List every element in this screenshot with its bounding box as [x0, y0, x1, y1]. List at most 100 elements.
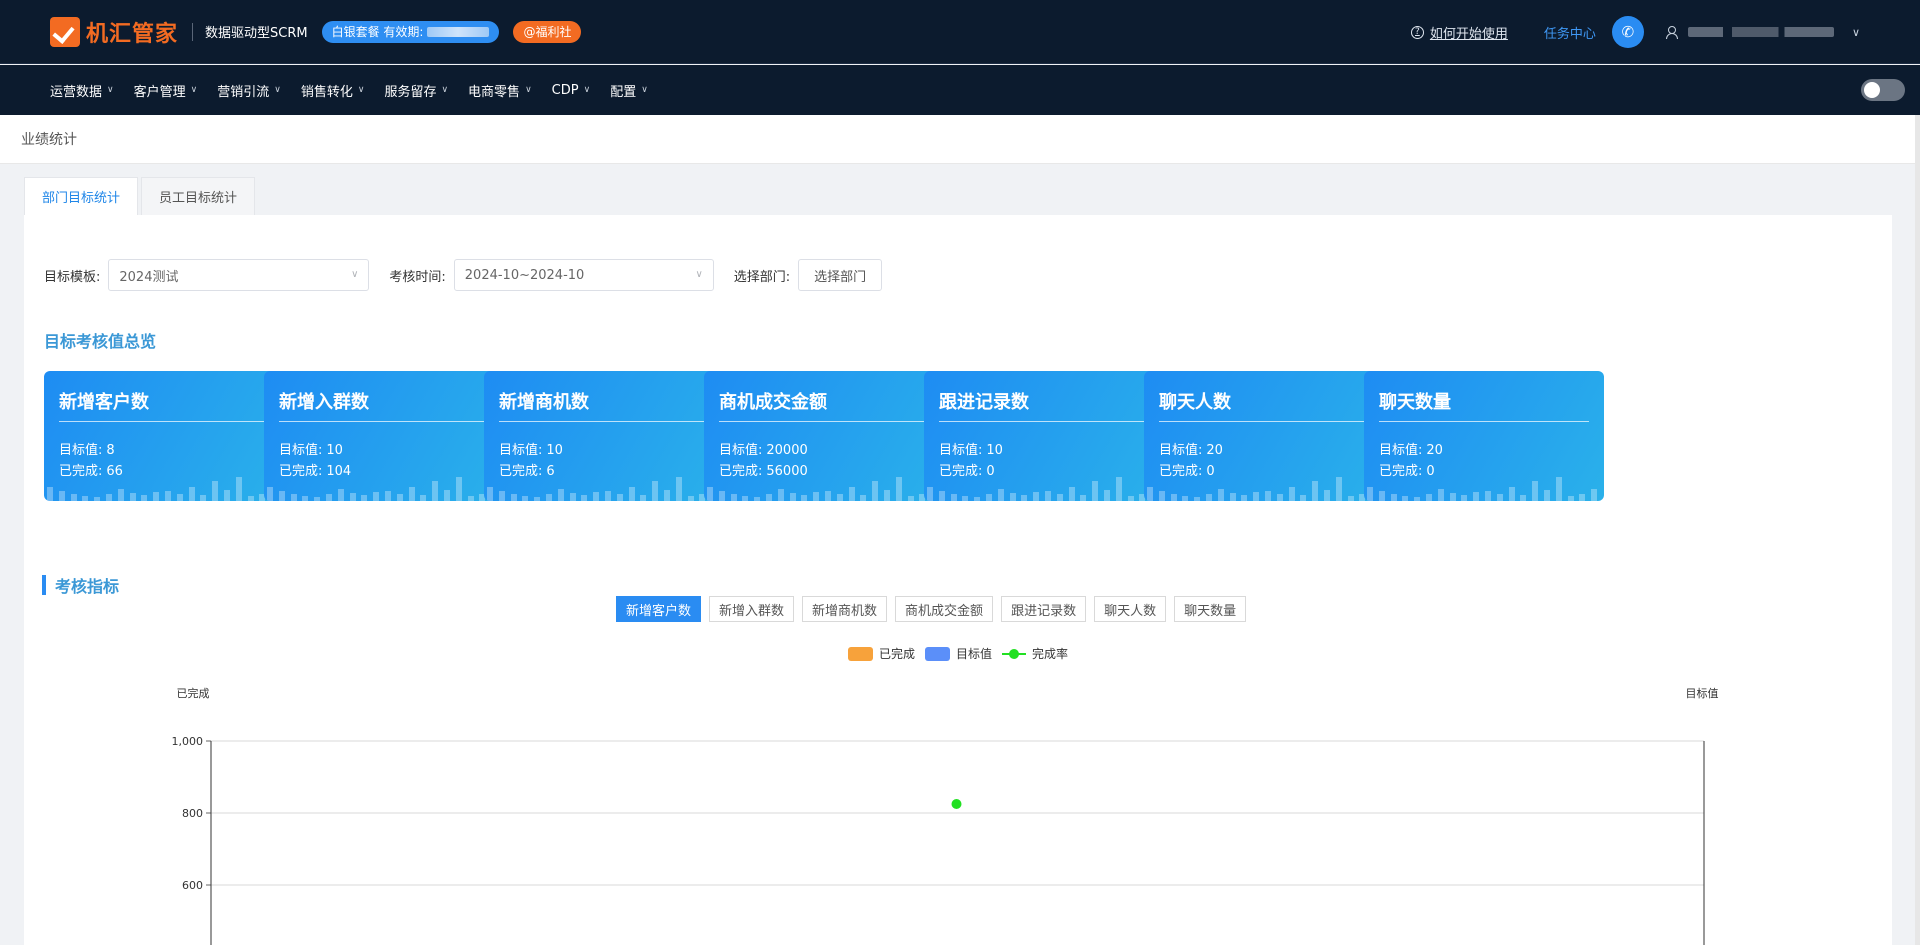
logo-icon [50, 16, 80, 47]
nav-item-customers[interactable]: 客户管理 ∨ [134, 81, 198, 100]
decoration-bar [1092, 481, 1099, 501]
metric-tab[interactable]: 新增入群数 [709, 596, 795, 622]
package-badge[interactable]: 白银套餐 有效期: [321, 20, 500, 43]
decoration-bar [1147, 487, 1153, 501]
divider [192, 22, 194, 41]
overview-card[interactable]: 新增入群数 目标值: 10 已完成: 104 [264, 371, 504, 501]
decoration-bar [510, 494, 517, 501]
decoration-bar [224, 490, 230, 501]
phone-button[interactable]: ✆ [1611, 16, 1644, 48]
decoration-bar [247, 496, 254, 501]
select-department-button[interactable]: 选择部门 [798, 259, 883, 291]
decoration-bar [593, 492, 600, 501]
chevron-down-icon[interactable]: ∨ [1852, 26, 1860, 39]
decoration-bar [1056, 494, 1063, 501]
metric-tab[interactable]: 新增客户数 [616, 596, 702, 622]
time-label: 考核时间: [389, 269, 446, 285]
decoration-bar [1068, 487, 1075, 501]
decoration-bar [498, 491, 505, 501]
decoration-bar [396, 494, 403, 501]
overview-card[interactable]: 跟进记录数 目标值: 10 已完成: 0 [924, 371, 1164, 501]
decoration-bar [1508, 487, 1515, 501]
main-nav: 运营数据 ∨ 客户管理 ∨ 营销引流 ∨ 销售转化 ∨ 服务留存 ∨ 电商零售 ∨ CDP ∨… [0, 65, 1920, 115]
metric-tab[interactable]: 聊天数量 [1174, 596, 1247, 622]
decoration-bar [1496, 494, 1503, 501]
welfare-badge[interactable]: @福利社 [513, 20, 582, 43]
nav-item-marketing[interactable]: 营销引流 ∨ [217, 81, 281, 100]
decoration-bar [1520, 495, 1527, 501]
metric-tab[interactable]: 新增商机数 [802, 596, 888, 622]
decoration-bar [628, 487, 635, 501]
card-divider [279, 421, 489, 422]
overview-card[interactable]: 商机成交金额 目标值: 20000 已完成: 56000 [704, 371, 944, 501]
card-target-value: 10 [546, 443, 563, 458]
nav-label: 服务留存 [384, 84, 437, 100]
decoration-bar [825, 491, 831, 501]
y-tick-label: 1,000 [172, 735, 204, 748]
metric-tabs: 新增客户数 新增入群数 新增商机数 商机成交金额 跟进记录数 聊天人数 聊天数量 [616, 596, 1254, 622]
chevron-down-icon: ∨ [107, 85, 114, 95]
nav-item-cdp[interactable]: CDP ∨ [552, 83, 591, 98]
decoration-bar [1532, 481, 1539, 501]
decoration-bar [718, 491, 725, 501]
page-title: 业绩统计 [21, 132, 77, 148]
overview-card[interactable]: 聊天人数 目标值: 20 已完成: 0 [1144, 371, 1384, 501]
overview-card[interactable]: 新增客户数 目标值: 8 已完成: 66 [44, 371, 284, 501]
user-name-redacted[interactable] [1687, 27, 1834, 37]
decoration-bar [927, 487, 933, 501]
overview-card[interactable]: 新增商机数 目标值: 10 已完成: 6 [484, 371, 724, 501]
theme-toggle[interactable] [1861, 79, 1905, 101]
nav-label: 运营数据 [50, 84, 103, 100]
nav-item-operations[interactable]: 运营数据 ∨ [50, 81, 114, 100]
nav-item-service[interactable]: 服务留存 ∨ [384, 81, 448, 100]
card-divider [939, 421, 1149, 422]
decoration-bar [408, 487, 415, 501]
help-link[interactable]: ? 如何开始使用 [1410, 23, 1508, 42]
metric-tab[interactable]: 跟进记录数 [1001, 596, 1087, 622]
chevron-down-icon: ∨ [441, 85, 449, 95]
decoration-bar [581, 495, 588, 501]
decoration-bar [373, 492, 380, 501]
nav-item-sales[interactable]: 销售转化 ∨ [301, 81, 365, 100]
vertical-scrollbar[interactable] [1915, 115, 1920, 945]
decoration-bar [1104, 490, 1110, 501]
stats-tabs: 部门目标统计 员工目标统计 [24, 177, 258, 215]
tab-employee-stats[interactable]: 员工目标统计 [141, 177, 256, 215]
y-tick-label: 600 [182, 879, 203, 892]
decoration-bar [176, 494, 183, 501]
template-select[interactable]: 2024测试 ∨ [108, 259, 370, 291]
card-target-row: 目标值: 20000 [719, 439, 808, 458]
decoration-bar [569, 493, 576, 501]
card-target-label: 目标值: [939, 443, 983, 458]
top-header: 机汇管家 数据驱动型SCRM 白银套餐 有效期: @福利社 ? 如何开始使用 任… [0, 0, 1920, 64]
card-target-row: 目标值: 10 [499, 439, 563, 458]
user-icon [1665, 26, 1678, 39]
decoration-bar [801, 495, 808, 501]
decoration-bar [848, 487, 855, 501]
decoration-bar [1288, 487, 1295, 501]
tab-department-stats[interactable]: 部门目标统计 [24, 177, 139, 215]
card-divider [1379, 421, 1589, 422]
card-target-label: 目标值: [719, 443, 763, 458]
metric-tab[interactable]: 商机成交金额 [895, 596, 994, 622]
metric-tab[interactable]: 聊天人数 [1094, 596, 1167, 622]
time-range-select[interactable]: 2024-10~2024-10 ∨ [453, 259, 714, 291]
decoration-bar [487, 487, 493, 501]
task-center-link[interactable]: 任务中心 [1544, 23, 1596, 42]
department-label: 选择部门: [733, 269, 791, 285]
brand-logo[interactable]: 机汇管家 [50, 16, 178, 48]
card-divider [59, 421, 269, 422]
decoration-bar [1591, 489, 1598, 501]
nav-item-ecommerce[interactable]: 电商零售 ∨ [468, 81, 532, 100]
card-title: 新增入群数 [279, 392, 369, 413]
nav-item-config[interactable]: 配置 ∨ [610, 81, 648, 100]
decoration-bar [997, 489, 1004, 501]
decoration-bar [1414, 497, 1421, 501]
card-target-label: 目标值: [1379, 443, 1423, 458]
card-title: 聊天人数 [1159, 392, 1231, 413]
card-target-label: 目标值: [1159, 443, 1203, 458]
overview-card[interactable]: 聊天数量 目标值: 20 已完成: 0 [1364, 371, 1604, 501]
card-target-row: 目标值: 8 [59, 439, 115, 458]
card-decoration-bars [924, 473, 1164, 501]
question-icon: ? [1410, 25, 1424, 39]
